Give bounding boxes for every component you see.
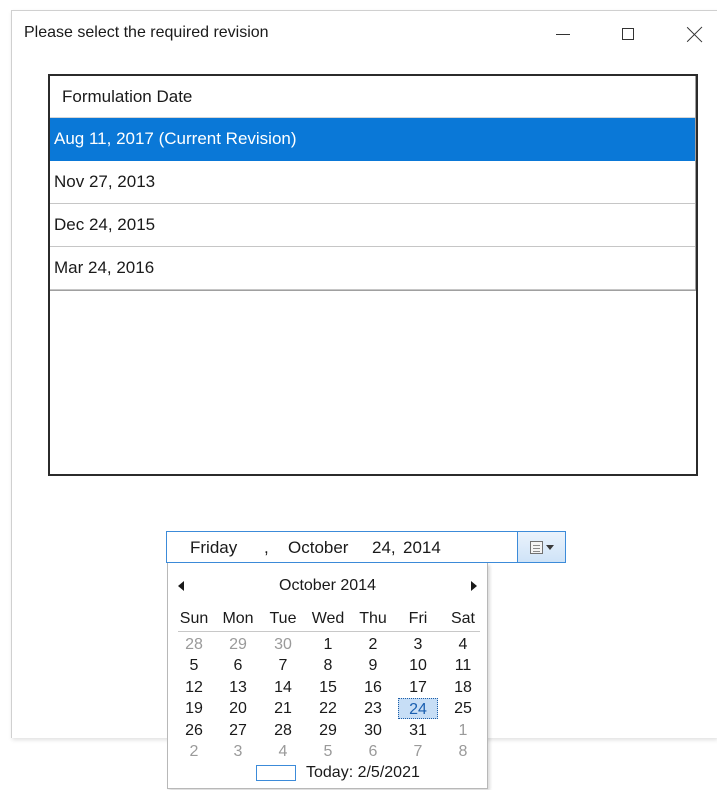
calendar-day[interactable]: 22 xyxy=(308,698,348,719)
calendar-day[interactable]: 29 xyxy=(218,634,258,655)
calendar-day[interactable]: 2 xyxy=(353,634,393,655)
weekday-header-row: Sun Mon Tue Wed Thu Fri Sat xyxy=(174,610,484,632)
chevron-down-icon xyxy=(545,544,554,550)
calendar-day[interactable]: 24 xyxy=(398,698,438,719)
calendar-day[interactable]: 25 xyxy=(443,698,483,719)
date-picker-input[interactable]: Friday , October 24, 2014 xyxy=(166,531,518,563)
calendar-day[interactable]: 5 xyxy=(174,655,214,676)
calendar-day[interactable]: 6 xyxy=(353,741,393,762)
maximize-button[interactable] xyxy=(605,19,651,49)
calendar-day[interactable]: 8 xyxy=(308,655,348,676)
table-row[interactable]: Aug 11, 2017 (Current Revision) xyxy=(50,118,695,161)
calendar-day[interactable]: 26 xyxy=(174,720,214,741)
calendar-day[interactable]: 30 xyxy=(263,634,303,655)
weekday-label: Fri xyxy=(408,610,428,627)
weekday-label: Sun xyxy=(179,610,209,627)
calendar-day[interactable]: 12 xyxy=(174,677,214,698)
calendar-day[interactable]: 15 xyxy=(308,677,348,698)
calendar-day[interactable]: 27 xyxy=(218,720,258,741)
next-month-icon[interactable] xyxy=(471,581,477,591)
weekday-divider xyxy=(178,631,480,632)
calendar-day[interactable]: 28 xyxy=(174,634,214,655)
calendar-day[interactable]: 30 xyxy=(353,720,393,741)
calendar-day[interactable]: 28 xyxy=(263,720,303,741)
grid-table: Formulation Date Aug 11, 2017 (Current R… xyxy=(50,76,696,291)
calendar-day[interactable]: 29 xyxy=(308,720,348,741)
today-link[interactable]: Today: 2/5/2021 xyxy=(306,764,420,782)
close-icon xyxy=(687,26,703,42)
calendar-day[interactable]: 6 xyxy=(218,655,258,676)
close-button[interactable] xyxy=(672,19,717,49)
row-date: Dec 24, 2015 xyxy=(54,215,156,234)
row-date: Nov 27, 2013 xyxy=(54,172,156,191)
maximize-icon xyxy=(622,28,634,40)
calendar-day[interactable]: 17 xyxy=(398,677,438,698)
minimize-button[interactable] xyxy=(540,19,586,49)
column-header-label: Formulation Date xyxy=(62,86,193,106)
table-row[interactable]: Mar 24, 2016 xyxy=(50,247,695,290)
row-date: Mar 24, 2016 xyxy=(54,258,155,277)
calendar-day[interactable]: 9 xyxy=(353,655,393,676)
calendar-day[interactable]: 3 xyxy=(398,634,438,655)
calendar-day[interactable]: 14 xyxy=(263,677,303,698)
calendar-day[interactable]: 2 xyxy=(174,741,214,762)
calendar-day[interactable]: 8 xyxy=(443,741,483,762)
date-day-name[interactable]: Friday xyxy=(190,538,237,558)
table-row[interactable]: Dec 24, 2015 xyxy=(50,204,695,247)
calendar-day[interactable]: 31 xyxy=(398,720,438,741)
calendar-dropdown-button[interactable] xyxy=(517,531,566,563)
weekday-label: Thu xyxy=(359,610,387,627)
today-marker-icon[interactable] xyxy=(256,765,296,781)
row-date: Aug 11, 2017 (Current Revision) xyxy=(54,129,297,148)
date-month[interactable]: October xyxy=(288,538,348,558)
table-row[interactable]: Nov 27, 2013 xyxy=(50,161,695,204)
calendar-month-title[interactable]: October 2014 xyxy=(168,577,487,595)
weekday-label: Wed xyxy=(311,610,345,627)
calendar-day[interactable]: 3 xyxy=(218,741,258,762)
calendar-day[interactable]: 4 xyxy=(263,741,303,762)
revisions-grid[interactable]: Formulation Date Aug 11, 2017 (Current R… xyxy=(48,74,698,476)
date-separator: , xyxy=(264,538,269,557)
calendar-day[interactable]: 16 xyxy=(353,677,393,698)
calendar-day[interactable]: 1 xyxy=(443,720,483,741)
calendar-day[interactable]: 7 xyxy=(398,741,438,762)
calendar-days-grid: 28 29 30 1 2 3 4 5 6 7 8 9 10 11 12 13 14 15 16 17 18 19 20 21 2… xyxy=(174,634,484,764)
calendar-day[interactable]: 11 xyxy=(443,655,483,676)
calendar-popup: October 2014 Sun Mon Tue Wed Thu Fri Sat 28 29 3… xyxy=(167,563,488,789)
calendar-day[interactable]: 18 xyxy=(443,677,483,698)
calendar-day[interactable]: 1 xyxy=(308,634,348,655)
calendar-day[interactable]: 10 xyxy=(398,655,438,676)
weekday-label: Tue xyxy=(269,610,297,627)
calendar-day[interactable]: 7 xyxy=(263,655,303,676)
calendar-icon xyxy=(529,540,543,554)
window-title: Please select the required revision xyxy=(24,24,269,41)
calendar-day[interactable]: 5 xyxy=(308,741,348,762)
calendar-day[interactable]: 20 xyxy=(218,698,258,719)
column-header-formulation-date[interactable]: Formulation Date xyxy=(50,76,695,118)
date-day[interactable]: 24, xyxy=(372,538,396,558)
calendar-day[interactable]: 19 xyxy=(174,698,214,719)
calendar-day[interactable]: 21 xyxy=(263,698,303,719)
calendar-day[interactable]: 13 xyxy=(218,677,258,698)
minimize-icon xyxy=(556,33,570,35)
weekday-label: Mon xyxy=(222,610,254,627)
calendar-day[interactable]: 4 xyxy=(443,634,483,655)
calendar-day[interactable]: 23 xyxy=(353,698,393,719)
weekday-label: Sat xyxy=(450,610,475,627)
date-year[interactable]: 2014 xyxy=(403,538,441,558)
